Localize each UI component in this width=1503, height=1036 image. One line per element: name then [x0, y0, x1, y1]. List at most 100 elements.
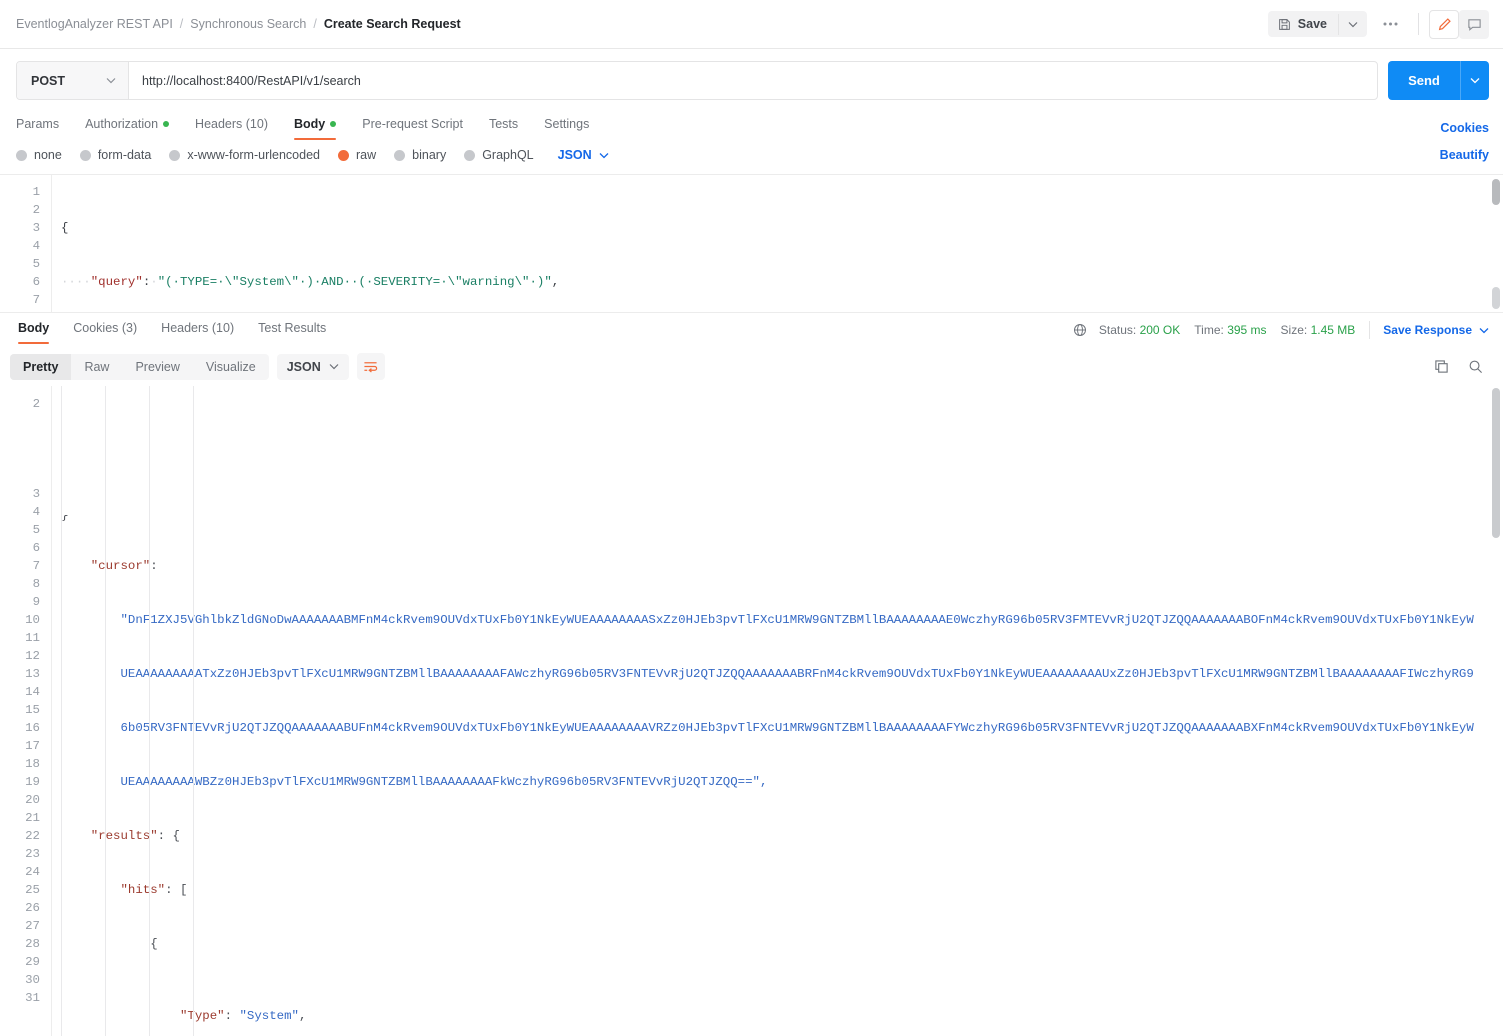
url-bar: POST http://localhost:8400/RestAPI/v1/se…: [0, 49, 1503, 111]
edit-mode-button[interactable]: [1429, 10, 1459, 39]
save-button[interactable]: Save: [1268, 11, 1338, 37]
line-number: 24: [0, 863, 40, 881]
size-label: Size:: [1281, 323, 1308, 337]
status-label: Status:: [1099, 323, 1136, 337]
body-type-none[interactable]: none: [16, 148, 62, 162]
tab-params[interactable]: Params: [16, 111, 72, 144]
postman-app: EventlogAnalyzer REST API / Synchronous …: [0, 0, 1503, 1036]
response-tabs: Body Cookies (3) Headers (10) Test Resul…: [0, 315, 338, 346]
tab-headers[interactable]: Headers (10): [182, 111, 281, 144]
cursor-line-3: 6b05RV3FNTEVvRjU2QTJZQQAAAAAAABUFnM4ckRv…: [121, 721, 1474, 735]
response-tab-headers[interactable]: Headers (10): [149, 315, 246, 346]
body-type-graphql[interactable]: GraphQL: [464, 148, 533, 162]
body-type-binary[interactable]: binary: [394, 148, 446, 162]
scrollbar-thumb-secondary[interactable]: [1492, 287, 1500, 309]
response-tab-test-results[interactable]: Test Results: [246, 315, 338, 346]
body-format-value: JSON: [558, 148, 592, 162]
save-dropdown-button[interactable]: [1338, 14, 1367, 35]
radio-icon: [464, 150, 475, 161]
line-number: 27: [0, 917, 40, 935]
line-number: 6: [0, 273, 40, 291]
http-method-select[interactable]: POST: [17, 62, 129, 99]
breadcrumb: EventlogAnalyzer REST API / Synchronous …: [16, 17, 461, 31]
line-number: 5: [0, 521, 40, 539]
line-number: 14: [0, 683, 40, 701]
chevron-down-icon: [1348, 21, 1358, 28]
search-button[interactable]: [1461, 353, 1489, 380]
tab-authorization[interactable]: Authorization: [72, 111, 182, 144]
top-bar: EventlogAnalyzer REST API / Synchronous …: [0, 0, 1503, 49]
word-wrap-button[interactable]: [357, 353, 385, 380]
response-tab-body[interactable]: Body: [6, 315, 61, 346]
tab-tests[interactable]: Tests: [476, 111, 531, 144]
request-body-editor[interactable]: 1 2 3 4 5 6 7 { ····"query":·"(·TYPE=·\"…: [0, 174, 1503, 313]
breadcrumb-item-request[interactable]: Create Search Request: [324, 17, 461, 31]
copy-icon: [1434, 359, 1449, 374]
comment-icon: [1467, 17, 1482, 32]
tab-headers-label: Headers (10): [195, 117, 268, 131]
response-hits-key: "hits": [121, 883, 166, 897]
chevron-down-icon: [1479, 327, 1489, 334]
body-type-form-data[interactable]: form-data: [80, 148, 152, 162]
save-response-button[interactable]: Save Response: [1383, 323, 1489, 337]
body-type-graphql-label: GraphQL: [482, 148, 533, 162]
copy-button[interactable]: [1427, 353, 1455, 380]
cookies-link[interactable]: Cookies: [1440, 121, 1489, 135]
view-mode-preview[interactable]: Preview: [122, 354, 192, 380]
save-group: Save: [1268, 11, 1367, 37]
scrollbar-thumb[interactable]: [1492, 388, 1500, 538]
response-editor-scrollbar[interactable]: [1492, 386, 1500, 1036]
url-input[interactable]: http://localhost:8400/RestAPI/v1/search: [129, 62, 1377, 99]
line-number: 9: [0, 593, 40, 611]
breadcrumb-item-collection[interactable]: EventlogAnalyzer REST API: [16, 17, 173, 31]
breadcrumb-item-folder[interactable]: Synchronous Search: [190, 17, 306, 31]
method-url-group: POST http://localhost:8400/RestAPI/v1/se…: [16, 61, 1378, 100]
response-header: Body Cookies (3) Headers (10) Test Resul…: [0, 313, 1503, 347]
view-mode-pretty[interactable]: Pretty: [10, 354, 71, 380]
tab-body[interactable]: Body: [281, 111, 349, 144]
response-tab-cookies[interactable]: Cookies (3): [61, 315, 149, 346]
response-toolbar: Pretty Raw Preview Visualize JSON: [0, 347, 1503, 386]
code-line: UEAAAAAAAAWBZz0HJEb3pvTlFXcU1MRW9GNTZBMl…: [61, 773, 1503, 791]
beautify-link[interactable]: Beautify: [1440, 148, 1489, 162]
line-number: 6: [0, 539, 40, 557]
body-type-raw[interactable]: raw: [338, 148, 376, 162]
response-format-select[interactable]: JSON: [277, 354, 349, 380]
line-number: 20: [0, 791, 40, 809]
response-format-value: JSON: [287, 360, 321, 374]
view-mode-raw[interactable]: Raw: [71, 354, 122, 380]
response-tab-body-label: Body: [18, 321, 49, 335]
line-number: 22: [0, 827, 40, 845]
response-body-editor[interactable]: 2 3 4 5 6 7 8 9 10 11 12 13 14 15 16 17 …: [0, 386, 1503, 1036]
response-editor-gutter: 2 3 4 5 6 7 8 9 10 11 12 13 14 15 16 17 …: [0, 386, 52, 1036]
radio-icon-selected: [338, 150, 349, 161]
tab-settings[interactable]: Settings: [531, 111, 602, 144]
request-editor-gutter: 1 2 3 4 5 6 7: [0, 175, 52, 313]
line-number: 15: [0, 701, 40, 719]
response-body-code[interactable]: { "cursor": "DnF1ZXJ5VGhlbkZldGNoDwAAAAA…: [52, 386, 1503, 1036]
code-line: ····"query":·"(·TYPE=·\"System\"·)·AND··…: [61, 273, 1503, 291]
body-type-urlencoded[interactable]: x-www-form-urlencoded: [169, 148, 320, 162]
more-options-button[interactable]: [1373, 15, 1408, 33]
view-mode-visualize[interactable]: Visualize: [193, 354, 269, 380]
save-response-label: Save Response: [1383, 323, 1472, 337]
send-dropdown-button[interactable]: [1460, 61, 1489, 100]
line-number: 11: [0, 629, 40, 647]
radio-icon: [169, 150, 180, 161]
breadcrumb-separator: /: [313, 17, 316, 31]
top-bar-actions: Save: [1268, 10, 1489, 39]
search-icon: [1468, 359, 1483, 374]
line-number: 25: [0, 881, 40, 899]
cursor-line-1: "DnF1ZXJ5VGhlbkZldGNoDwAAAAAAABMFnM4ckRv…: [121, 613, 1474, 627]
word-wrap-icon: [363, 360, 378, 374]
line-number: 26: [0, 899, 40, 917]
send-button[interactable]: Send: [1388, 61, 1460, 100]
comments-button[interactable]: [1459, 10, 1489, 39]
body-format-select[interactable]: JSON: [558, 148, 609, 162]
hit-0-type: "System": [239, 1009, 299, 1023]
line-number: 23: [0, 845, 40, 863]
code-line: "DnF1ZXJ5VGhlbkZldGNoDwAAAAAAABMFnM4ckRv…: [61, 611, 1503, 629]
scrollbar-thumb[interactable]: [1492, 179, 1500, 205]
request-body-code[interactable]: { ····"query":·"(·TYPE=·\"System\"·)·AND…: [52, 175, 1503, 313]
tab-pre-request-script[interactable]: Pre-request Script: [349, 111, 476, 144]
